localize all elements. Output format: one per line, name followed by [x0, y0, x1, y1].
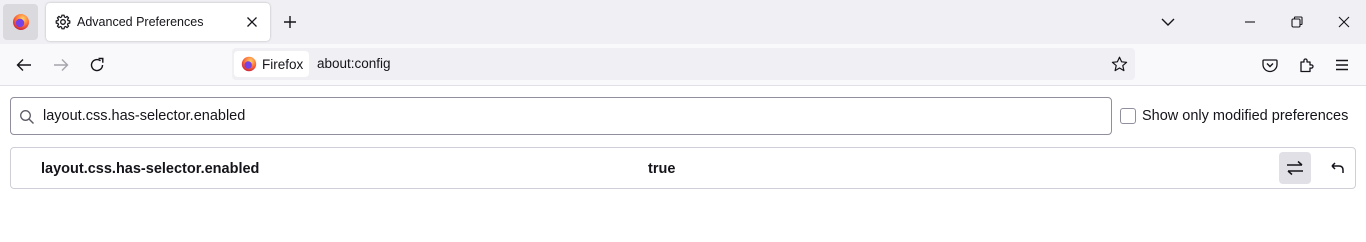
identity-label: Firefox	[262, 56, 304, 72]
firefox-logo-icon	[12, 14, 29, 30]
new-tab-button[interactable]	[280, 12, 300, 32]
tab-strip: Advanced Preferences	[0, 0, 1366, 44]
url-text[interactable]: about:config	[317, 56, 391, 71]
navigation-toolbar: Firefox about:config	[0, 44, 1366, 86]
arrow-left-icon	[16, 59, 31, 71]
toggle-arrows-icon	[1287, 160, 1303, 176]
restore-button[interactable]	[1287, 12, 1307, 32]
preference-search-box[interactable]	[10, 97, 1112, 135]
show-modified-checkbox[interactable]	[1120, 108, 1136, 124]
pocket-icon	[1262, 59, 1278, 73]
preference-name: layout.css.has-selector.enabled	[41, 161, 260, 177]
bookmark-star-button[interactable]	[1109, 54, 1129, 74]
extensions-button[interactable]	[1295, 54, 1317, 76]
identity-box[interactable]: Firefox	[234, 51, 309, 77]
reload-icon	[90, 57, 104, 72]
forward-button[interactable]	[50, 54, 72, 76]
address-bar[interactable]: Firefox about:config	[232, 48, 1135, 80]
pocket-button[interactable]	[1259, 54, 1281, 76]
puzzle-piece-icon	[1300, 58, 1314, 73]
minimize-button[interactable]	[1240, 12, 1260, 32]
plus-icon	[284, 16, 296, 28]
hamburger-menu-icon	[1336, 59, 1348, 71]
preference-value[interactable]: true	[648, 161, 675, 177]
show-modified-label[interactable]: Show only modified preferences	[1142, 108, 1348, 124]
reload-button[interactable]	[86, 54, 108, 76]
search-icon	[20, 110, 34, 124]
star-icon	[1111, 56, 1127, 71]
list-all-tabs-button[interactable]	[1158, 12, 1178, 32]
restore-icon	[1291, 16, 1303, 28]
app-menu-button[interactable]	[1331, 54, 1353, 76]
search-input[interactable]	[43, 98, 1103, 134]
undo-icon	[1331, 162, 1344, 173]
close-tab-icon[interactable]	[242, 12, 262, 32]
arrow-right-icon	[54, 59, 69, 71]
close-window-button[interactable]	[1334, 12, 1354, 32]
tab-advanced-preferences[interactable]: Advanced Preferences	[46, 3, 270, 41]
minimize-icon	[1245, 21, 1255, 23]
toggle-button[interactable]	[1279, 152, 1311, 184]
firefox-view-button[interactable]	[3, 4, 38, 40]
tab-title: Advanced Preferences	[77, 15, 204, 29]
chevron-down-icon	[1161, 18, 1175, 26]
close-icon	[1338, 16, 1350, 28]
firefox-logo-icon	[241, 56, 257, 72]
gear-icon	[55, 14, 71, 30]
preference-row: layout.css.has-selector.enabled true	[10, 147, 1356, 189]
reset-button[interactable]	[1321, 152, 1353, 184]
back-button[interactable]	[13, 54, 35, 76]
